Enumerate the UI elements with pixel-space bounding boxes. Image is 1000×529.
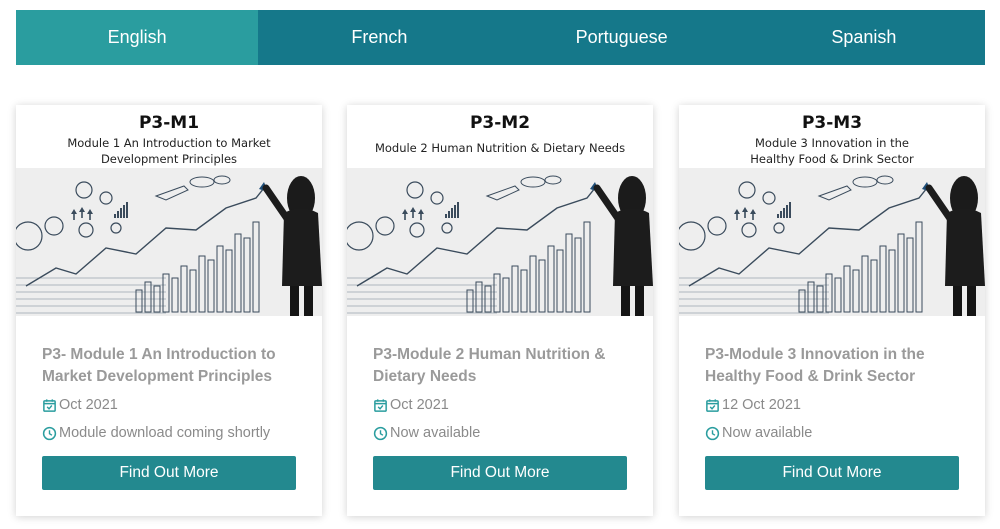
tab-portuguese[interactable]: Portuguese (501, 10, 743, 65)
module-image (16, 168, 322, 316)
businesswoman-chart-sketch-image (347, 168, 653, 316)
module-status: Now available (705, 422, 985, 444)
module-title[interactable]: P3-Module 2 Human Nutrition & Dietary Ne… (373, 344, 628, 388)
find-out-more-button[interactable]: Find Out More (42, 456, 296, 490)
module-title[interactable]: P3- Module 1 An Introduction to Market D… (42, 344, 297, 388)
card-header: P3-M3 Module 3 Innovation in the Healthy… (679, 105, 985, 168)
module-title[interactable]: P3-Module 3 Innovation in the Healthy Fo… (705, 344, 960, 388)
date-text: Oct 2021 (59, 397, 118, 413)
module-subtitle: Module 1 An Introduction to Market Devel… (67, 136, 271, 166)
card-header: P3-M2 Module 2 Human Nutrition & Dietary… (347, 105, 653, 168)
clock-icon (705, 426, 720, 440)
module-status: Now available (373, 422, 653, 444)
date-text: 12 Oct 2021 (722, 397, 801, 413)
card-header: P3-M1 Module 1 An Introduction to Market… (16, 105, 322, 168)
calendar-icon (374, 398, 387, 412)
module-code: P3-M2 (469, 113, 531, 133)
status-text: Now available (722, 425, 813, 441)
tab-english[interactable]: English (16, 10, 259, 65)
status-text: Module download coming shortly (59, 425, 271, 441)
module-card-1: P3-M1 Module 1 An Introduction to Market… (16, 105, 322, 516)
module-image (679, 168, 985, 316)
businesswoman-chart-sketch-image (16, 168, 322, 316)
module-code: P3-M1 (138, 113, 200, 133)
tab-label: French (351, 27, 408, 47)
tab-label: Portuguese (575, 27, 668, 47)
tab-label: English (107, 27, 167, 47)
find-out-more-button[interactable]: Find Out More (705, 456, 959, 490)
calendar-icon (43, 398, 56, 412)
module-subtitle: Module 2 Human Nutrition & Dietary Needs (374, 141, 626, 155)
language-tabs: English French Portuguese Spanish (16, 10, 985, 65)
module-image (347, 168, 653, 316)
businesswoman-chart-sketch-image (679, 168, 985, 316)
date-text: Oct 2021 (390, 397, 449, 413)
module-card-3: P3-M3 Module 3 Innovation in the Healthy… (679, 105, 985, 516)
module-date: 12 Oct 2021 (705, 394, 985, 416)
calendar-icon (706, 398, 719, 412)
find-out-more-button[interactable]: Find Out More (373, 456, 627, 490)
clock-icon (42, 426, 57, 440)
module-card-2: P3-M2 Module 2 Human Nutrition & Dietary… (347, 105, 653, 516)
module-status: Module download coming shortly (42, 422, 322, 444)
status-text: Now available (390, 425, 481, 441)
tab-french[interactable]: French (258, 10, 500, 65)
module-code: P3-M3 (801, 113, 863, 133)
tab-label: Spanish (831, 27, 897, 47)
module-date: Oct 2021 (373, 394, 653, 416)
clock-icon (373, 426, 388, 440)
module-subtitle: Module 3 Innovation in the Healthy Food … (750, 136, 914, 166)
tab-spanish[interactable]: Spanish (743, 10, 985, 65)
module-date: Oct 2021 (42, 394, 322, 416)
